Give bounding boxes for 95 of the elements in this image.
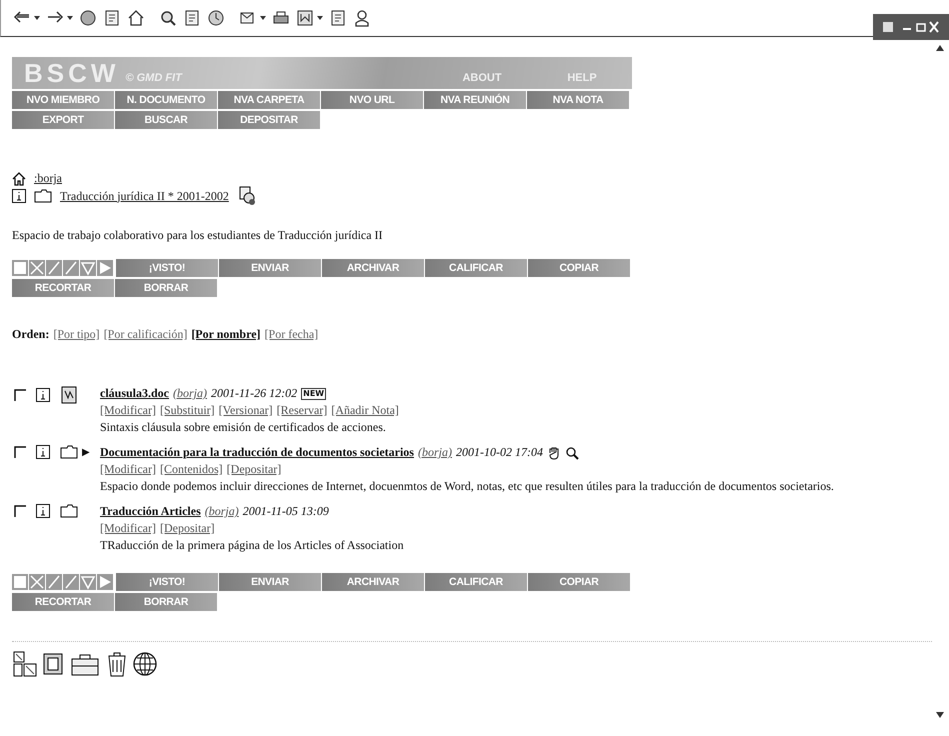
item-action-link[interactable]: [Versionar] xyxy=(218,403,273,418)
stop-icon[interactable] xyxy=(79,9,97,27)
action-button[interactable]: RECORTAR xyxy=(12,593,114,611)
menu-button[interactable]: NVA NOTA xyxy=(527,91,629,109)
home-link[interactable]: :borja xyxy=(34,171,62,186)
folder-icon xyxy=(34,189,52,203)
item-action-link[interactable]: [Depositar] xyxy=(226,462,282,477)
sort-option[interactable]: [Por calificación] xyxy=(104,327,188,342)
folder-link[interactable]: Traducción jurídica II * 2001-2002 xyxy=(60,188,229,204)
menu-button[interactable]: BUSCAR xyxy=(115,111,217,129)
action-button[interactable]: COPIAR xyxy=(528,259,630,277)
item-action-link[interactable]: [Modificar] xyxy=(100,462,156,477)
action-button[interactable]: ¡VISTO! xyxy=(116,573,218,591)
menu-button[interactable]: NVA REUNIÓN xyxy=(424,91,526,109)
action-button[interactable]: CALIFICAR xyxy=(425,259,527,277)
workspace-description: Espacio de trabajo colaborativo para los estudiantes de Traducción jurídica II xyxy=(12,228,384,243)
action-button[interactable]: ARCHIVAR xyxy=(322,259,424,277)
info-icon[interactable] xyxy=(36,445,50,459)
item-action-link[interactable]: [Contenidos] xyxy=(160,462,223,477)
back-arrow-icon[interactable] xyxy=(13,11,31,25)
puzzle-icon[interactable] xyxy=(12,650,38,678)
checkbox[interactable] xyxy=(14,505,26,517)
menu-button[interactable]: NVO URL xyxy=(321,91,423,109)
search-icon[interactable] xyxy=(159,9,177,27)
dropdown-caret-icon[interactable] xyxy=(260,16,266,20)
item-name-link[interactable]: cláusula3.doc xyxy=(100,386,170,401)
person-icon[interactable] xyxy=(353,9,371,27)
info-icon[interactable] xyxy=(12,189,26,203)
menu-button[interactable]: NVA CARPETA xyxy=(218,91,320,109)
checkbox[interactable] xyxy=(14,389,26,401)
folder-icon[interactable] xyxy=(60,504,78,518)
menu-button[interactable]: EXPORT xyxy=(12,111,114,129)
item-description: Espacio donde podemos incluir direcciones de Internet, docuenmtos de Word, notas, etc que resulten útiles para la traducción de documentos societarios. xyxy=(100,479,834,494)
sort-option[interactable]: [Por fecha] xyxy=(264,327,318,342)
home-icon[interactable] xyxy=(12,172,26,186)
owner-link[interactable]: (borja) xyxy=(173,386,208,401)
action-button[interactable]: COPIAR xyxy=(528,573,630,591)
page-icon[interactable] xyxy=(183,9,201,27)
sort-label: Orden: xyxy=(12,327,50,342)
selection-tools-icon[interactable] xyxy=(12,573,114,591)
page-icon[interactable] xyxy=(329,9,347,27)
forward-arrow-icon[interactable] xyxy=(46,11,64,25)
item-action-link[interactable]: [Modificar] xyxy=(100,403,156,418)
item-name-link[interactable]: Documentación para la traducción de documentos societarios xyxy=(100,445,414,460)
sort-option[interactable]: [Por tipo] xyxy=(53,327,100,342)
page-icon[interactable] xyxy=(103,9,121,27)
item-description: TRaducción de la primera página de los Articles of Association xyxy=(100,538,404,553)
item-date: 2001-10-02 17:04 xyxy=(456,445,543,460)
hand-icon[interactable] xyxy=(546,446,561,460)
item-action-link[interactable]: [Añadir Nota] xyxy=(331,403,399,418)
menu-button[interactable]: DEPOSITAR xyxy=(218,111,320,129)
sort-option[interactable]: [Por nombre] xyxy=(191,327,261,342)
action-button[interactable]: ARCHIVAR xyxy=(322,573,424,591)
action-button[interactable]: ENVIAR xyxy=(219,259,321,277)
item-name-link[interactable]: Traducción Articles xyxy=(100,504,201,519)
expander-arrow[interactable]: ▶ xyxy=(82,446,92,458)
item-description: Sintaxis cláusula sobre emisión de certificados de acciones. xyxy=(100,420,387,435)
action-button[interactable]: ENVIAR xyxy=(219,573,321,591)
scroll-down-arrow-icon[interactable] xyxy=(936,712,944,718)
edit-icon[interactable] xyxy=(296,9,314,27)
menu-button[interactable]: NVO MIEMBRO xyxy=(12,91,114,109)
owner-link[interactable]: (borja) xyxy=(204,504,239,519)
dropdown-caret-icon[interactable] xyxy=(67,16,73,20)
item-action-link[interactable]: [Reservar] xyxy=(276,403,328,418)
checkbox[interactable] xyxy=(14,446,26,458)
action-button[interactable]: BORRAR xyxy=(115,279,217,297)
logo-text: BSCW xyxy=(24,58,120,88)
new-badge: NEW xyxy=(301,388,326,400)
selection-tools-icon[interactable] xyxy=(12,259,114,277)
magnifier-icon[interactable] xyxy=(564,446,579,460)
banner-link[interactable]: ABOUT xyxy=(432,72,532,84)
item-action-link[interactable]: [Modificar] xyxy=(100,521,156,536)
home-icon[interactable] xyxy=(127,9,145,27)
menu-button[interactable]: N. DOCUMENTO xyxy=(115,91,217,109)
scroll-up-arrow-icon[interactable] xyxy=(936,45,944,51)
item-date: 2001-11-05 13:09 xyxy=(242,504,329,519)
folder-icon[interactable] xyxy=(60,445,78,459)
dropdown-caret-icon[interactable] xyxy=(34,16,40,20)
window-controls-icon[interactable] xyxy=(873,14,949,40)
owner-link[interactable]: (borja) xyxy=(418,445,452,460)
item-action-link[interactable]: [Depositar] xyxy=(160,521,215,536)
info-icon[interactable] xyxy=(36,504,50,518)
action-button[interactable]: RECORTAR xyxy=(12,279,114,297)
globe-icon[interactable] xyxy=(132,650,158,678)
clock-icon[interactable] xyxy=(207,9,225,27)
people-icon[interactable] xyxy=(236,186,257,206)
trash-can-icon[interactable] xyxy=(106,650,128,678)
document-icon[interactable] xyxy=(60,386,78,404)
action-button[interactable]: ¡VISTO! xyxy=(116,259,218,277)
action-button[interactable]: BORRAR xyxy=(115,593,217,611)
info-icon[interactable] xyxy=(36,388,50,402)
dropdown-caret-icon[interactable] xyxy=(317,16,323,20)
item-action-link[interactable]: [Substituir] xyxy=(160,403,215,418)
item-date: 2001-11-26 12:02 xyxy=(211,386,298,401)
action-button[interactable]: CALIFICAR xyxy=(425,573,527,591)
